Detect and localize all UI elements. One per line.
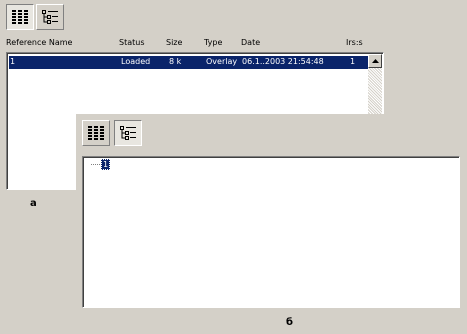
figure-label-b: б: [286, 317, 293, 328]
tree-node[interactable]: 1: [101, 159, 111, 170]
reference-tree[interactable]: 1: [82, 156, 460, 308]
column-header-reference-name[interactable]: Reference Name: [6, 38, 72, 47]
row-type: Overlay: [206, 57, 238, 66]
column-header-irss[interactable]: Irs:s: [346, 38, 363, 47]
list-view-button[interactable]: [6, 4, 34, 30]
tree-view-icon: [42, 10, 58, 24]
list-view-icon: [12, 10, 28, 24]
row-irss: 1: [350, 57, 356, 66]
list-view-icon: [88, 126, 104, 140]
tree-view-button[interactable]: [114, 120, 142, 146]
tree-view-icon: [120, 126, 136, 140]
column-header-size[interactable]: Size: [166, 38, 182, 47]
row-date: 06.1..2003 21:54:48: [242, 57, 324, 66]
figure-label-a: a: [30, 198, 37, 209]
column-header-type[interactable]: Type: [204, 38, 222, 47]
list-view-button[interactable]: [82, 120, 110, 146]
row-status: Loaded: [121, 57, 151, 66]
row-name: 1: [10, 57, 16, 66]
column-header-status[interactable]: Status: [119, 38, 145, 47]
row-size: 8 k: [169, 57, 182, 66]
arrow-up-icon: [371, 59, 379, 63]
tree-view-button[interactable]: [36, 4, 64, 30]
scroll-up-button[interactable]: [368, 54, 382, 68]
tree-view-panel: 1 б: [76, 114, 467, 334]
column-header-date[interactable]: Date: [241, 38, 260, 47]
table-row[interactable]: 1 Loaded 8 k Overlay 06.1..2003 21:54:48…: [9, 56, 371, 69]
tree-connector: [91, 164, 101, 165]
